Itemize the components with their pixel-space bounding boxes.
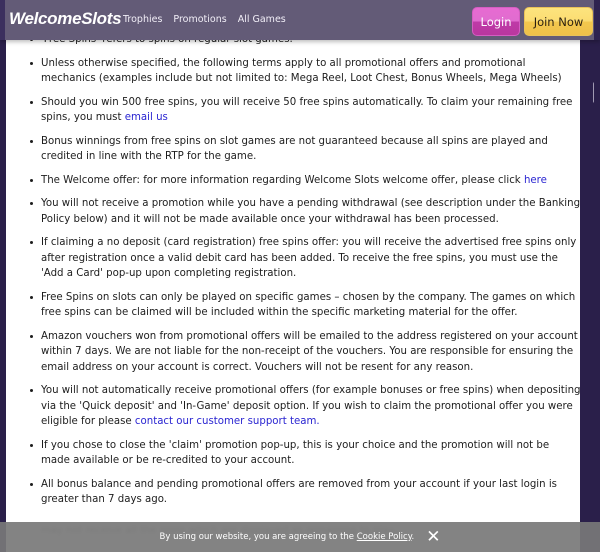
list-item: Bonus winnings from free spins on slot g…: [30, 134, 580, 165]
join-now-button[interactable]: Join Now: [524, 7, 593, 36]
list-item: If claiming a no deposit (card registrat…: [30, 235, 580, 282]
cookie-policy-link[interactable]: Cookie Policy: [357, 532, 412, 542]
main-nav: Trophies Promotions All Games: [123, 14, 286, 25]
cookie-banner: By using our website, you are agreeing t…: [0, 522, 600, 552]
header-edge: [594, 0, 600, 40]
site-header: WelcomeSlots Trophies Promotions All Gam…: [0, 0, 600, 40]
scrollbar-track[interactable]: [580, 36, 594, 552]
nav-promotions[interactable]: Promotions: [173, 14, 226, 25]
page-edge: [594, 36, 600, 552]
welcome-offer-link[interactable]: here: [524, 175, 547, 186]
list-item: If you chose to close the 'claim' promot…: [30, 438, 580, 469]
close-icon[interactable]: ✕: [426, 528, 440, 546]
header-edge: [0, 0, 5, 40]
site-logo[interactable]: WelcomeSlots: [9, 9, 122, 29]
email-us-link[interactable]: email us: [125, 112, 168, 123]
list-item: Amazon vouchers won from promotional off…: [30, 329, 580, 376]
terms-list: 'Free Spins' refers to spins on regular …: [6, 36, 580, 516]
list-item: Should you win 500 free spins, you will …: [30, 95, 580, 126]
login-button[interactable]: Login: [472, 7, 520, 36]
list-item: Free Spins on slots can only be played o…: [30, 290, 580, 321]
list-item: You will not receive a promotion while y…: [30, 196, 580, 227]
cookie-message: By using our website, you are agreeing t…: [159, 532, 415, 542]
list-item: Unless otherwise specified, the followin…: [30, 56, 580, 87]
list-item: The Welcome offer: for more information …: [30, 173, 580, 189]
list-item: You will not automatically receive promo…: [30, 383, 580, 430]
list-item: All bonus balance and pending promotiona…: [30, 477, 580, 508]
nav-trophies[interactable]: Trophies: [123, 14, 162, 25]
contact-support-link[interactable]: contact our customer support team.: [135, 416, 320, 427]
terms-content: 'Free Spins' refers to spins on regular …: [6, 36, 580, 552]
nav-all-games[interactable]: All Games: [238, 14, 286, 25]
